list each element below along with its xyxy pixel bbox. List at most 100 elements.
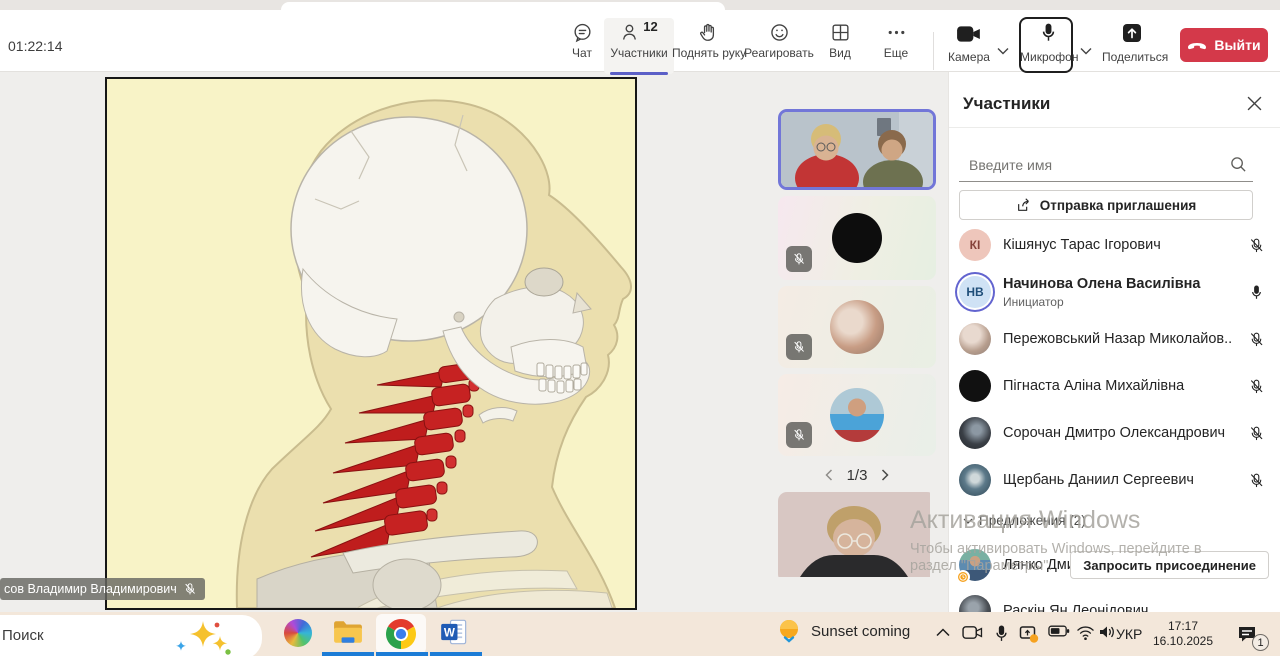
microphone-label: Микрофон <box>1020 50 1078 64</box>
tray-camera-icon[interactable] <box>962 624 983 646</box>
tab-participants[interactable]: 12 Участники <box>604 18 674 74</box>
pending-clock-badge <box>956 570 970 584</box>
clock-date: 16.10.2025 <box>1148 634 1218 649</box>
speaker-name-pill: сов Владимир Владимирович <box>0 578 205 600</box>
participant-role: Инициатор <box>1003 295 1064 309</box>
mic-muted-badge <box>786 334 812 360</box>
tab-more[interactable]: Еще <box>876 18 916 74</box>
microphone-icon <box>1038 22 1059 48</box>
mic-active-icon[interactable] <box>1248 284 1265 306</box>
tray-microphone-icon[interactable] <box>992 624 1011 648</box>
share-label: Поделиться <box>1102 50 1168 64</box>
mic-muted-icon[interactable] <box>1248 425 1265 447</box>
send-invite-button[interactable]: Отправка приглашения <box>959 190 1253 220</box>
avatar-photo <box>959 464 991 496</box>
invite-share-icon <box>1016 197 1032 213</box>
weather-label: Sunset coming <box>811 623 910 640</box>
participant-name: Щербань Даниил Сергеевич <box>1003 472 1233 488</box>
anatomy-illustration <box>107 79 635 608</box>
participant-row[interactable]: КІ Кішянус Тарас Ігорович <box>949 226 1280 270</box>
tab-view[interactable]: Вид <box>820 18 860 74</box>
suggestions-section-header[interactable]: Предложения (2) <box>963 513 1263 528</box>
invite-label: Отправка приглашения <box>1040 198 1197 213</box>
video-tile-self-view[interactable] <box>778 492 936 583</box>
chrome-icon[interactable] <box>386 619 416 649</box>
windows-taskbar: Поиск <box>0 612 1280 656</box>
raise-hand-icon <box>672 18 742 44</box>
avatar-photo <box>959 417 991 449</box>
speaker-name: сов Владимир Владимирович <box>4 582 177 596</box>
tray-chevron-up-icon[interactable] <box>936 624 950 642</box>
taskbar-clock[interactable]: 17:17 16.10.2025 <box>1148 619 1218 649</box>
tab-raise-hand-label: Поднять руку <box>672 46 742 60</box>
chat-icon <box>560 18 604 44</box>
more-ellipsis-icon <box>876 18 916 44</box>
background-window-edge <box>281 2 725 10</box>
meeting-timer: 01:22:14 <box>8 38 63 54</box>
close-icon[interactable] <box>1247 96 1262 116</box>
request-join-button[interactable]: Запросить присоединение <box>1070 551 1269 579</box>
participant-row[interactable]: Пережовський Назар Миколайов... <box>949 320 1280 364</box>
participants-panel: Участники Введите имя Отправка приглашен… <box>948 72 1280 656</box>
video-tile-avatar-black[interactable] <box>778 196 936 280</box>
taskbar-search-box[interactable]: Поиск <box>0 615 262 656</box>
tab-chat[interactable]: Чат <box>560 18 604 74</box>
search-input[interactable]: Введите имя <box>959 148 1253 182</box>
participant-row[interactable]: Щербань Даниил Сергеевич <box>949 461 1280 505</box>
participant-name: Сорочан Дмитро Олександрович <box>1003 425 1233 441</box>
tray-speaker-icon[interactable] <box>1098 624 1116 645</box>
participant-name: Пігнаста Аліна Михайлівна <box>1003 378 1233 394</box>
video-tile-avatar-photo-1[interactable] <box>778 286 936 368</box>
window-top-strip <box>0 0 1280 10</box>
microphone-chevron-down-icon[interactable] <box>1080 42 1092 60</box>
mic-muted-icon[interactable] <box>1248 378 1265 400</box>
camera-chevron-down-icon[interactable] <box>997 42 1009 60</box>
mic-muted-icon <box>183 582 197 596</box>
mic-muted-icon[interactable] <box>1248 331 1265 353</box>
tab-react-label: Реагировать <box>744 46 814 60</box>
running-app-indicator <box>430 652 482 656</box>
camera-button[interactable]: Камера <box>948 22 990 70</box>
pager-prev-icon[interactable] <box>825 469 833 481</box>
tab-raise-hand[interactable]: Поднять руку <box>672 18 742 74</box>
running-app-indicator <box>322 652 374 656</box>
mic-muted-icon[interactable] <box>1248 472 1265 494</box>
search-placeholder: Введите имя <box>969 157 1052 173</box>
self-view-video <box>778 492 930 577</box>
tray-battery-icon[interactable] <box>1048 624 1070 643</box>
panel-title: Участники <box>963 94 1050 114</box>
pager-next-icon[interactable] <box>881 469 889 481</box>
word-icon[interactable]: W <box>440 619 470 649</box>
tab-chat-label: Чат <box>560 46 604 60</box>
copilot-icon[interactable] <box>284 619 314 649</box>
tray-wifi-icon[interactable] <box>1076 624 1095 646</box>
share-screen-button[interactable]: Поделиться <box>1102 22 1164 70</box>
selected-tab-indicator <box>610 72 668 75</box>
microphone-button[interactable]: Микрофон <box>1019 22 1073 70</box>
file-explorer-icon[interactable] <box>333 619 363 649</box>
camera-label: Камера <box>948 50 990 64</box>
participant-row[interactable]: Сорочан Дмитро Олександрович <box>949 414 1280 458</box>
suggestion-row[interactable]: Лянко Дми... Запросить присоединение <box>949 546 1280 590</box>
avatar <box>830 300 884 354</box>
language-indicator[interactable]: УКР <box>1116 626 1142 642</box>
mic-muted-icon[interactable] <box>1248 237 1265 259</box>
participants-count: 12 <box>643 19 657 34</box>
chevron-down-icon <box>963 518 973 524</box>
participant-row[interactable]: Пігнаста Аліна Михайлівна <box>949 367 1280 411</box>
video-tile-avatar-photo-2[interactable] <box>778 374 936 456</box>
video-tile-active[interactable] <box>778 109 936 190</box>
participant-name: Начинова Олена Василівна <box>1003 276 1233 292</box>
desktop: 01:22:14 Чат 12 Участники Поднять руку <box>0 0 1280 656</box>
leave-label: Выйти <box>1214 37 1260 53</box>
shared-screen-stage <box>105 77 637 610</box>
toolbar-divider <box>933 32 934 70</box>
thumbnail-pager: 1/3 <box>778 463 936 487</box>
view-grid-icon <box>820 18 860 44</box>
participant-row[interactable]: НВ Начинова Олена Василівна Инициатор <box>949 268 1280 318</box>
avatar-initials: КІ <box>959 229 991 261</box>
leave-button[interactable]: Выйти <box>1180 28 1268 62</box>
tab-react[interactable]: Реагировать <box>744 18 814 74</box>
tray-screenshare-icon[interactable] <box>1019 624 1039 649</box>
weather-widget[interactable]: Sunset coming <box>776 618 910 644</box>
